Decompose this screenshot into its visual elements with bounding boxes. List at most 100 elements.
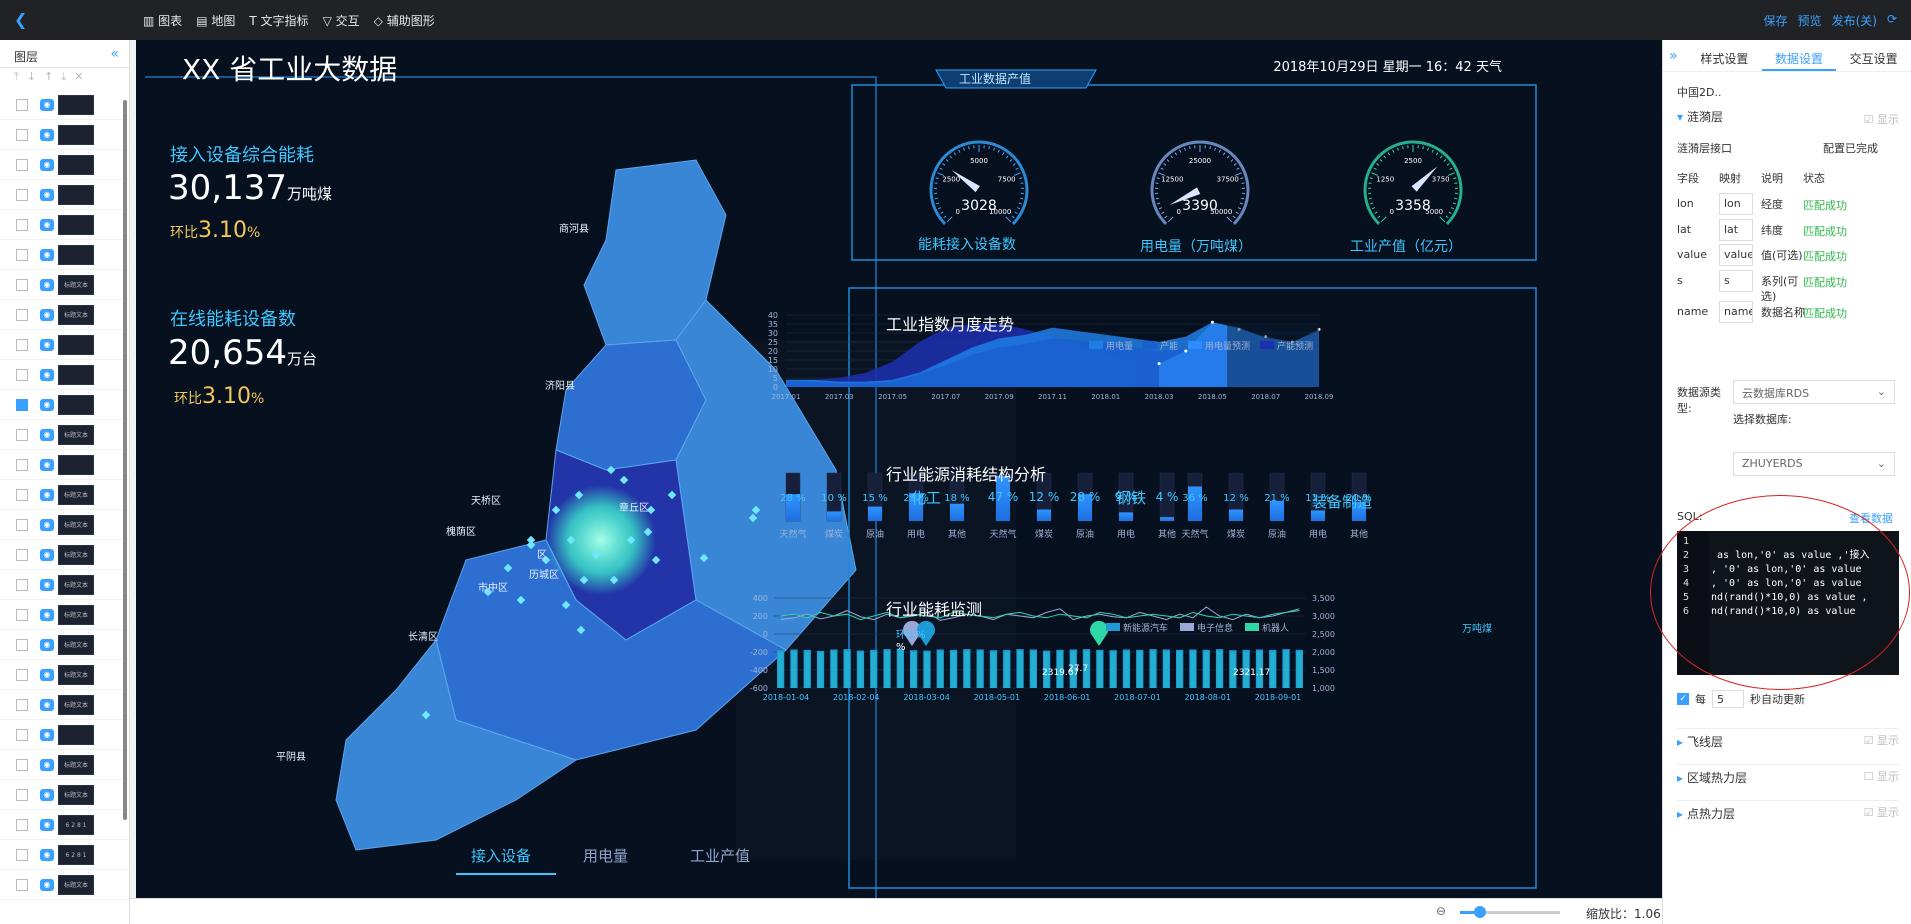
ripple-show-checkbox[interactable]: ☑ 显示 — [1864, 111, 1899, 127]
refresh-icon[interactable]: ⟳ — [1887, 12, 1897, 29]
layer-row[interactable]: ◉ — [0, 240, 129, 270]
eye-icon[interactable]: ◉ — [40, 669, 54, 681]
layer-row[interactable]: ◉ 标题文本 — [0, 420, 129, 450]
flyline-show-checkbox[interactable]: ☑ 显示 — [1864, 732, 1899, 748]
tab-style-settings[interactable]: 样式设置 — [1687, 40, 1762, 71]
layer-checkbox[interactable] — [16, 579, 28, 591]
layer-row[interactable]: ◉ 标题文本 — [0, 660, 129, 690]
layer-checkbox[interactable] — [16, 369, 28, 381]
eye-icon[interactable]: ◉ — [40, 579, 54, 591]
layer-checkbox[interactable] — [16, 549, 28, 561]
tool-shape-button[interactable]: ◇ 辅助图形 — [374, 12, 435, 29]
layer-checkbox[interactable] — [16, 99, 28, 111]
map-tab-devices[interactable]: 接入设备 — [471, 845, 531, 866]
layer-row[interactable]: ◉ — [0, 450, 129, 480]
eye-icon[interactable]: ◉ — [40, 129, 54, 141]
layer-row[interactable]: ◉ — [0, 390, 129, 420]
tool-interact-button[interactable]: ▽ 交互 — [323, 12, 360, 29]
eye-icon[interactable]: ◉ — [40, 849, 54, 861]
layer-row[interactable]: ◉ 标题文本 — [0, 540, 129, 570]
eye-icon[interactable]: ◉ — [40, 189, 54, 201]
layers-scrollbar[interactable] — [123, 100, 127, 820]
eye-icon[interactable]: ◉ — [40, 159, 54, 171]
layer-row[interactable]: ◉ 标题文本 — [0, 750, 129, 780]
region-heat-show-checkbox[interactable]: ☐ 显示 — [1864, 768, 1899, 784]
database-select[interactable]: ZHUYERDS ⌄ — [1733, 452, 1895, 476]
eye-icon[interactable]: ◉ — [40, 459, 54, 471]
layer-checkbox[interactable] — [16, 339, 28, 351]
eye-icon[interactable]: ◉ — [40, 729, 54, 741]
eye-icon[interactable]: ◉ — [40, 519, 54, 531]
layer-row[interactable]: ◉ 6 2 8 1 — [0, 810, 129, 840]
section-ripple-layer[interactable]: ▾ 涟漪层 ☑ 显示 — [1677, 108, 1899, 132]
layer-row[interactable]: ◉ — [0, 90, 129, 120]
eye-icon[interactable]: ◉ — [40, 99, 54, 111]
layer-checkbox[interactable] — [16, 789, 28, 801]
section-point-heat-layer[interactable]: ▸ 点热力层 ☑ 显示 — [1677, 800, 1899, 824]
preview-button[interactable]: 预览 — [1798, 12, 1822, 29]
eye-icon[interactable]: ◉ — [40, 879, 54, 891]
field-map-input[interactable]: lat — [1719, 219, 1753, 241]
layer-row[interactable]: ◉ — [0, 180, 129, 210]
layer-checkbox[interactable] — [16, 279, 28, 291]
layer-checkbox[interactable] — [16, 729, 28, 741]
tool-text-button[interactable]: T 文字指标 — [249, 12, 308, 29]
tab-data-settings[interactable]: 数据设置 — [1761, 40, 1837, 71]
eye-icon[interactable]: ◉ — [40, 549, 54, 561]
move-down-icon[interactable]: ↓ — [27, 70, 44, 83]
layer-row[interactable]: ◉ — [0, 360, 129, 390]
layer-row[interactable]: ◉ 标题文本 — [0, 600, 129, 630]
layer-row[interactable]: ◉ 标题文本 — [0, 510, 129, 540]
map-tab-output[interactable]: 工业产值 — [690, 845, 750, 866]
layer-checkbox[interactable] — [16, 669, 28, 681]
layer-checkbox[interactable] — [16, 819, 28, 831]
move-top-icon[interactable]: ⤒ — [14, 70, 27, 83]
tab-interaction-settings[interactable]: 交互设置 — [1836, 40, 1911, 71]
expand-icon[interactable]: » — [1663, 40, 1687, 71]
tool-map-button[interactable]: ▤ 地图 — [196, 12, 235, 29]
delete-icon[interactable]: ✕ — [74, 70, 91, 83]
layer-checkbox[interactable] — [16, 609, 28, 621]
eye-icon[interactable]: ◉ — [40, 609, 54, 621]
zoom-out-icon[interactable]: ⊖ — [1436, 904, 1446, 918]
layer-checkbox[interactable] — [16, 219, 28, 231]
eye-icon[interactable]: ◉ — [40, 759, 54, 771]
layer-checkbox[interactable] — [16, 849, 28, 861]
field-map-input[interactable]: lon — [1719, 193, 1753, 215]
layer-row[interactable]: ◉ — [0, 210, 129, 240]
eye-icon[interactable]: ◉ — [40, 819, 54, 831]
point-heat-show-checkbox[interactable]: ☑ 显示 — [1864, 804, 1899, 820]
zoom-slider-knob[interactable] — [1474, 906, 1486, 918]
eye-icon[interactable]: ◉ — [40, 399, 54, 411]
layer-row[interactable]: ◉ 标题文本 — [0, 300, 129, 330]
collapse-icon[interactable]: « — [110, 46, 119, 62]
layer-checkbox[interactable] — [16, 489, 28, 501]
eye-icon[interactable]: ◉ — [40, 279, 54, 291]
publish-button[interactable]: 发布(关) — [1832, 12, 1877, 29]
layer-row[interactable]: ◉ 标题文本 — [0, 780, 129, 810]
auto-update-input[interactable]: 5 — [1712, 690, 1744, 708]
layer-row[interactable]: ◉ — [0, 330, 129, 360]
move-bottom-icon[interactable]: ⤓ — [61, 70, 74, 83]
layer-row[interactable]: ◉ 标题文本 — [0, 870, 129, 900]
field-map-input[interactable]: name — [1719, 301, 1753, 323]
layer-checkbox[interactable] — [16, 399, 28, 411]
layer-checkbox[interactable] — [16, 249, 28, 261]
datasource-select[interactable]: 云数据库RDS ⌄ — [1733, 380, 1895, 404]
eye-icon[interactable]: ◉ — [40, 219, 54, 231]
layer-checkbox[interactable] — [16, 129, 28, 141]
layer-row[interactable]: ◉ — [0, 120, 129, 150]
layer-checkbox[interactable] — [16, 189, 28, 201]
eye-icon[interactable]: ◉ — [40, 339, 54, 351]
layer-checkbox[interactable] — [16, 759, 28, 771]
layer-row[interactable]: ◉ — [0, 720, 129, 750]
layer-row[interactable]: ◉ 标题文本 — [0, 630, 129, 660]
eye-icon[interactable]: ◉ — [40, 249, 54, 261]
eye-icon[interactable]: ◉ — [40, 309, 54, 321]
auto-update-checkbox[interactable]: ✓ — [1677, 693, 1689, 705]
layer-row[interactable]: ◉ 标题文本 — [0, 270, 129, 300]
eye-icon[interactable]: ◉ — [40, 699, 54, 711]
eye-icon[interactable]: ◉ — [40, 369, 54, 381]
map-tab-electricity[interactable]: 用电量 — [583, 845, 628, 866]
field-map-input[interactable]: value — [1719, 244, 1753, 266]
